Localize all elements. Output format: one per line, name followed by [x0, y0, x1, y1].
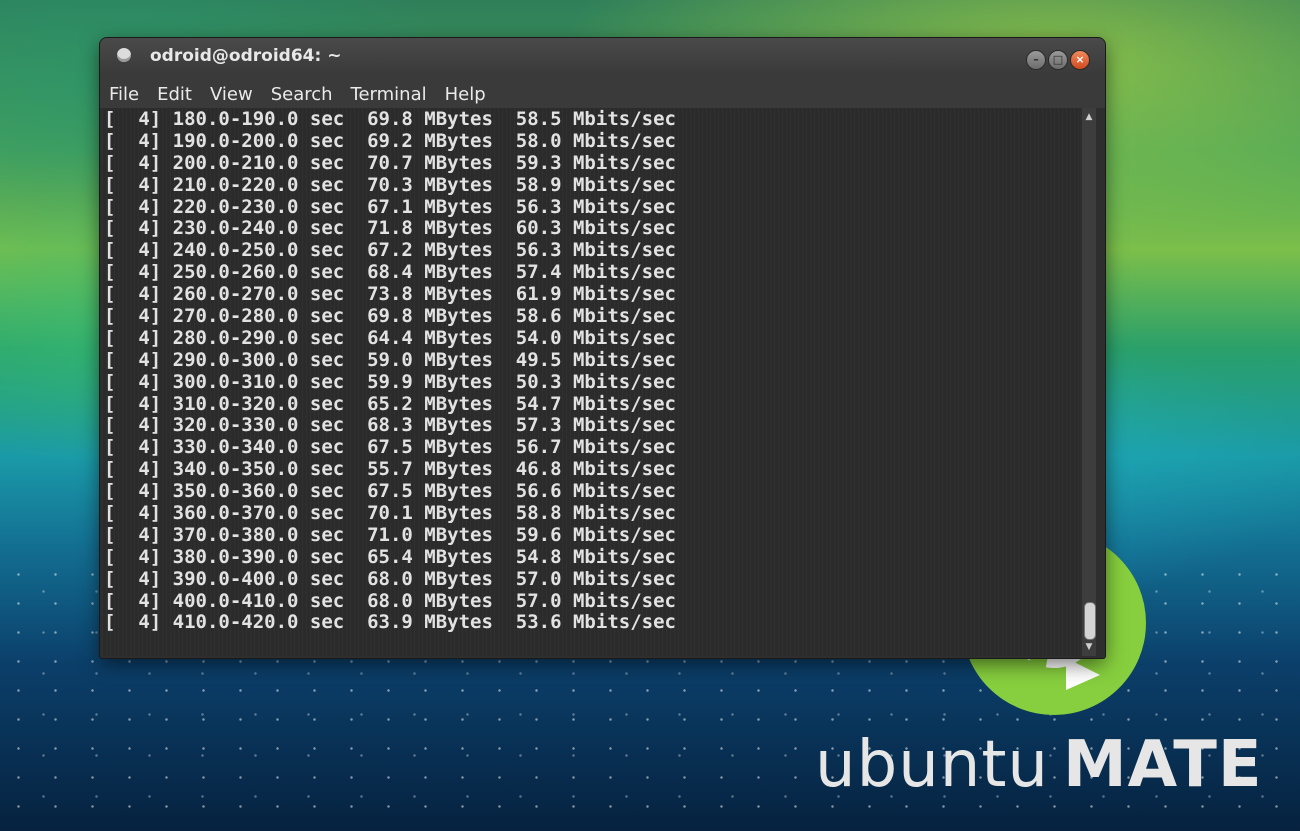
- terminal-line: [ 4] 330.0-340.0 sec 67.5 MBytes 56.7 Mb…: [104, 436, 676, 459]
- brand-mate-text: MATE: [1062, 728, 1263, 802]
- menu-help[interactable]: Help: [436, 84, 495, 105]
- terminal-line: [ 4] 210.0-220.0 sec 70.3 MBytes 58.9 Mb…: [104, 173, 676, 196]
- terminal-line: [ 4] 380.0-390.0 sec 65.4 MBytes 54.8 Mb…: [104, 545, 676, 568]
- terminal-app-icon: [117, 48, 131, 62]
- brand-ubuntu-text: ubuntu: [815, 728, 1049, 802]
- terminal-line: [ 4] 290.0-300.0 sec 59.0 MBytes 49.5 Mb…: [104, 348, 676, 371]
- terminal-line: [ 4] 230.0-240.0 sec 71.8 MBytes 60.3 Mb…: [104, 217, 676, 240]
- menu-view[interactable]: View: [201, 84, 262, 105]
- ubuntu-mate-wordmark: ubuntu MATE: [815, 728, 1263, 808]
- menu-edit[interactable]: Edit: [148, 84, 201, 105]
- terminal-line: [ 4] 280.0-290.0 sec 64.4 MBytes 54.0 Mb…: [104, 326, 676, 349]
- scrollbar-thumb[interactable]: [1084, 602, 1096, 640]
- terminal-line: [ 4] 270.0-280.0 sec 69.8 MBytes 58.6 Mb…: [104, 305, 676, 328]
- terminal-line: [ 4] 190.0-200.0 sec 69.2 MBytes 58.0 Mb…: [104, 129, 676, 152]
- terminal-line: [ 4] 200.0-210.0 sec 70.7 MBytes 59.3 Mb…: [104, 151, 676, 174]
- maximize-button[interactable]: □: [1048, 50, 1068, 70]
- terminal-line: [ 4] 350.0-360.0 sec 67.5 MBytes 56.6 Mb…: [104, 480, 676, 503]
- terminal-lines: [ 4] 180.0-190.0 sec 69.8 MBytes 58.5 Mb…: [104, 108, 676, 634]
- terminal-line: [ 4] 390.0-400.0 sec 68.0 MBytes 57.0 Mb…: [104, 567, 676, 590]
- menu-search[interactable]: Search: [262, 84, 342, 105]
- terminal-line: [ 4] 260.0-270.0 sec 73.8 MBytes 61.9 Mb…: [104, 283, 676, 306]
- terminal-line: [ 4] 340.0-350.0 sec 55.7 MBytes 46.8 Mb…: [104, 458, 676, 481]
- terminal-line: [ 4] 320.0-330.0 sec 68.3 MBytes 57.3 Mb…: [104, 414, 676, 437]
- terminal-line: [ 4] 360.0-370.0 sec 70.1 MBytes 58.8 Mb…: [104, 502, 676, 525]
- terminal-window: odroid@odroid64: ~ – □ × File Edit View …: [100, 38, 1105, 658]
- terminal-line: [ 4] 220.0-230.0 sec 67.1 MBytes 56.3 Mb…: [104, 195, 676, 218]
- window-title: odroid@odroid64: ~: [150, 46, 342, 66]
- terminal-line: [ 4] 400.0-410.0 sec 68.0 MBytes 57.0 Mb…: [104, 589, 676, 612]
- terminal-line: [ 4] 250.0-260.0 sec 68.4 MBytes 57.4 Mb…: [104, 261, 676, 284]
- terminal-line: [ 4] 410.0-420.0 sec 63.9 MBytes 53.6 Mb…: [104, 611, 676, 634]
- terminal-line: [ 4] 240.0-250.0 sec 67.2 MBytes 56.3 Mb…: [104, 239, 676, 262]
- close-icon: ×: [1075, 53, 1085, 66]
- terminal-output[interactable]: [ 4] 180.0-190.0 sec 69.8 MBytes 58.5 Mb…: [102, 108, 1080, 656]
- maximize-icon: □: [1052, 53, 1064, 66]
- minimize-button[interactable]: –: [1026, 50, 1046, 70]
- terminal-line: [ 4] 370.0-380.0 sec 71.0 MBytes 59.6 Mb…: [104, 523, 676, 546]
- minimize-icon: –: [1033, 53, 1039, 66]
- terminal-line: [ 4] 180.0-190.0 sec 69.8 MBytes 58.5 Mb…: [104, 108, 676, 130]
- scroll-up-icon[interactable]: ▲: [1084, 112, 1094, 122]
- menu-file[interactable]: File: [100, 84, 148, 105]
- terminal-line: [ 4] 310.0-320.0 sec 65.2 MBytes 54.7 Mb…: [104, 392, 676, 415]
- terminal-line: [ 4] 300.0-310.0 sec 59.9 MBytes 50.3 Mb…: [104, 370, 676, 393]
- menubar: File Edit View Search Terminal Help: [100, 76, 1105, 108]
- close-button[interactable]: ×: [1070, 50, 1090, 70]
- menu-terminal[interactable]: Terminal: [342, 84, 436, 105]
- window-titlebar[interactable]: odroid@odroid64: ~ – □ ×: [100, 38, 1105, 76]
- terminal-scrollbar[interactable]: ▲ ▼: [1082, 108, 1096, 656]
- scroll-down-icon[interactable]: ▼: [1084, 642, 1094, 652]
